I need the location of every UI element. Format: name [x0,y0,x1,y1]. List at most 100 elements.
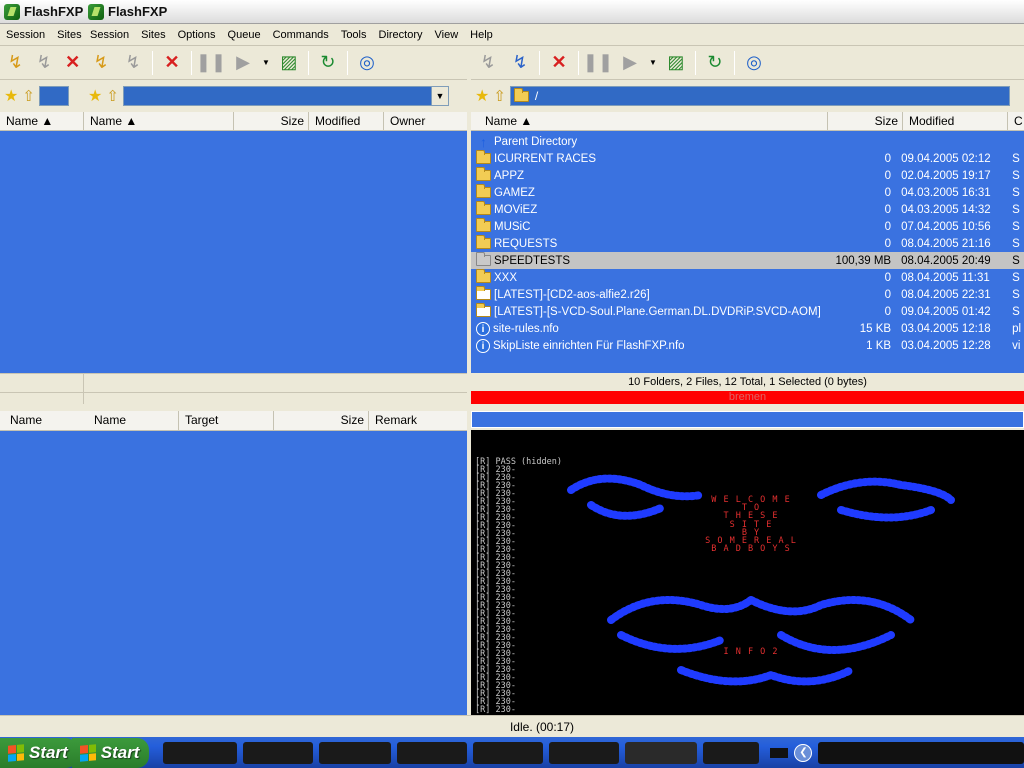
transfer-queue-icon[interactable]: ▶ [617,50,643,76]
file-row[interactable]: MUSiC 0 07.04.2005 10:56 S [471,218,1024,235]
file-row[interactable]: REQUESTS 0 08.04.2005 21:16 S [471,235,1024,252]
remote-col-owner[interactable]: C [1008,112,1024,130]
remote-path-combo[interactable]: / [509,86,1010,106]
abort-icon[interactable]: ✕ [61,50,84,76]
remote-file-list[interactable]: ↑ Parent Directory ICURRENT RACES 0 09.04.20… [471,131,1024,373]
local-col-owner[interactable]: Owner [384,112,467,130]
transfer-queue-icon[interactable]: ▶ [230,50,256,76]
refresh-icon[interactable]: ↻ [315,50,341,76]
queue-col-size[interactable]: Size [274,411,369,430]
horizontal-splitter[interactable] [0,404,1024,411]
menu-view[interactable]: View [429,24,465,45]
connect-icon[interactable]: ↯ [88,50,114,76]
back-queue-col-name[interactable]: Name [0,411,84,430]
file-row[interactable]: [LATEST]-[CD2-aos-alfie2.r26] 0 08.04.2005… [471,286,1024,303]
menu-sites[interactable]: Sites [135,24,171,45]
chevron-down-icon[interactable]: ▼ [262,58,270,67]
log-console[interactable]: [R] PASS (hidden) [R] 230- [R] 230- [R] 230… [471,430,1024,715]
file-name-cell: ↑ Parent Directory [471,134,824,150]
pause-icon[interactable]: ❚❚ [583,50,613,76]
local-col-size[interactable]: Size [234,112,309,130]
disconnect-icon[interactable]: ↯ [120,50,146,76]
favorite-star-icon[interactable]: ★ [4,86,18,106]
favorite-star-icon[interactable]: ★ [475,86,489,106]
taskbar-button[interactable] [319,741,392,764]
menu-commands[interactable]: Commands [267,24,335,45]
compare-icon[interactable]: ▨ [276,50,302,76]
back-col-name[interactable]: Name ▲ [0,112,84,130]
taskbar-button[interactable] [549,741,620,764]
flashfxp-logo-icon [4,3,20,20]
file-row[interactable]: ICURRENT RACES 0 09.04.2005 02:12 S [471,150,1024,167]
menu-tools[interactable]: Tools [335,24,373,45]
local-path-combo[interactable]: ▼ [122,86,449,106]
compare-icon[interactable]: ▨ [663,50,689,76]
folder-up-icon[interactable]: ⇧ [22,87,35,105]
queue-list[interactable] [84,431,467,715]
back-queue-list[interactable] [0,431,84,715]
globe-icon[interactable]: ◎ [741,50,767,76]
banner-info: I N F O 2 [723,647,779,657]
file-row[interactable]: APPZ 0 02.04.2005 19:17 S [471,167,1024,184]
back-path-input[interactable] [38,86,69,106]
taskbar-button[interactable] [625,741,698,764]
abort-icon[interactable]: ✕ [159,50,185,76]
chevron-down-icon[interactable]: ▼ [649,58,657,67]
file-modified: 02.04.2005 19:17 [901,169,991,182]
remote-col-size[interactable]: Size [828,112,903,130]
taskbar-button[interactable] [163,741,238,764]
tray-expand-icon[interactable]: ❮ [794,743,813,762]
file-row[interactable]: ↑ Parent Directory [471,133,1024,150]
taskbar-button[interactable] [243,741,314,764]
file-name-cell: REQUESTS [471,235,824,250]
taskbar-button[interactable] [397,741,468,764]
back-menu-session[interactable]: Session [0,24,51,45]
file-row[interactable]: MOViEZ 0 04.03.2005 14:32 S [471,201,1024,218]
file-row[interactable]: [LATEST]-[S-VCD-Soul.Plane.German.DL.DVD… [471,303,1024,320]
file-row[interactable]: i SkipListe einrichten Für FlashFXP.nfo 1 … [471,337,1024,354]
art-right-top [817,477,955,522]
start-button[interactable]: Start [0,737,78,768]
queue-col-target[interactable]: Target [179,411,274,430]
file-size: 15 KB [859,322,892,335]
favorite-star-icon[interactable]: ★ [88,86,102,106]
file-row[interactable]: GAMEZ 0 04.03.2005 16:31 S [471,184,1024,201]
file-name: MUSiC [494,220,531,233]
back-menu-sites[interactable]: Sites [51,24,84,45]
menu-options[interactable]: Options [172,24,222,45]
local-col-modified[interactable]: Modified [309,112,384,130]
local-col-name[interactable]: Name ▲ [84,112,234,130]
disconnect-icon[interactable]: ↯ [33,50,56,76]
folder-up-icon[interactable]: ⇧ [493,87,506,105]
abort-icon[interactable]: ✕ [546,50,572,76]
vertical-splitter[interactable] [467,46,471,715]
menu-session[interactable]: Session [84,24,135,45]
back-file-list[interactable] [0,131,84,373]
file-name-cell: MOViEZ [471,201,824,216]
folder-up-icon[interactable]: ⇧ [106,87,119,105]
taskbar-button[interactable] [473,741,544,764]
menu-queue[interactable]: Queue [222,24,267,45]
command-input[interactable] [471,411,1024,428]
remote-col-modified[interactable]: Modified [903,112,1008,130]
queue-col-remark[interactable]: Remark [369,411,467,430]
taskbar-button[interactable] [703,741,760,764]
globe-icon[interactable]: ◎ [354,50,380,76]
menu-help[interactable]: Help [464,24,499,45]
connect-icon[interactable]: ↯ [475,50,501,76]
tray-icon[interactable] [770,747,789,758]
refresh-icon[interactable]: ↻ [702,50,728,76]
file-row[interactable]: XXX 0 08.04.2005 11:31 S [471,269,1024,286]
menu-directory[interactable]: Directory [373,24,429,45]
file-row[interactable]: SPEEDTESTS 100,39 MB 08.04.2005 20:49 S [471,252,1024,269]
start-button-2[interactable]: Start [71,737,150,768]
disconnect-icon[interactable]: ↯ [507,50,533,76]
pause-icon[interactable]: ❚❚ [196,50,226,76]
local-file-list[interactable] [84,131,467,373]
connect-icon[interactable]: ↯ [4,50,27,76]
chevron-down-icon[interactable]: ▼ [430,87,448,105]
remote-col-name[interactable]: Name ▲ [471,112,828,130]
toolbar-separator [694,50,696,75]
queue-col-name[interactable]: Name [84,411,179,430]
file-row[interactable]: i site-rules.nfo 15 KB 03.04.2005 12:18 pl [471,320,1024,337]
